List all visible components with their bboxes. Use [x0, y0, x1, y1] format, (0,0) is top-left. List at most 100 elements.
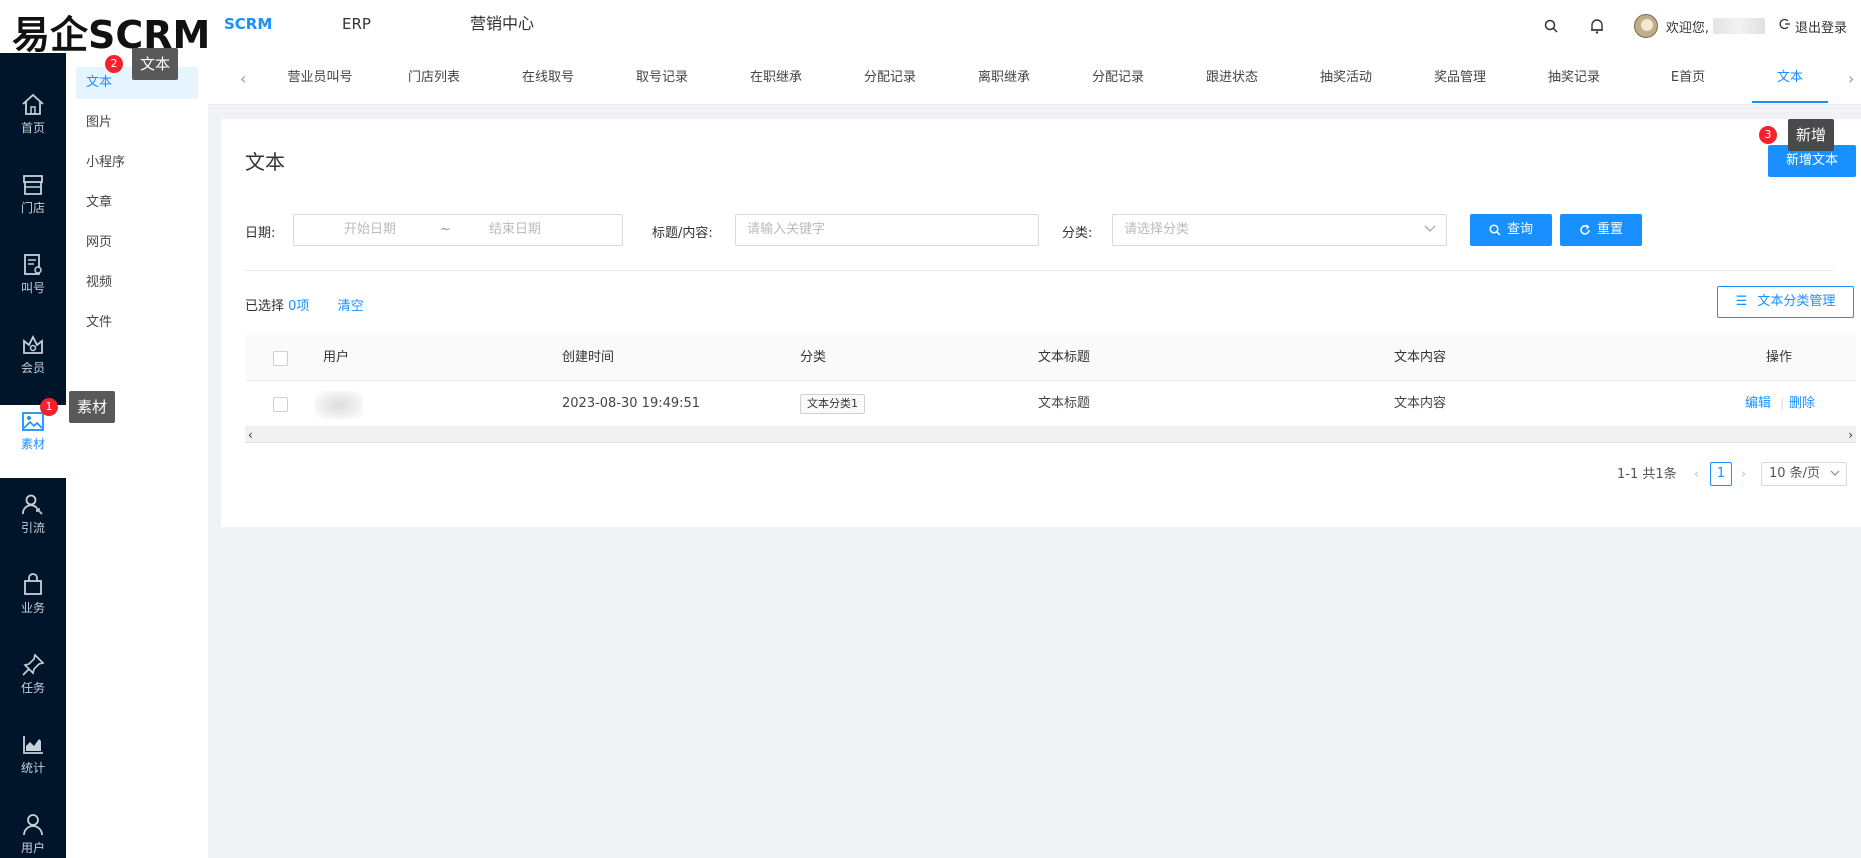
submenu-item-file[interactable]: 文件	[76, 307, 198, 339]
sidebar-item-queue[interactable]: 叫号	[0, 253, 66, 323]
reset-button[interactable]: 重置	[1560, 214, 1642, 246]
category-cell: 文本分类1	[800, 381, 865, 427]
scroll-left-icon[interactable]: ‹	[248, 427, 253, 443]
sidebar-item-business[interactable]: 业务	[0, 573, 66, 643]
user-area: 欢迎您, 退出登录	[1542, 12, 1847, 40]
submenu-item-webpage[interactable]: 网页	[76, 227, 198, 259]
tab-item[interactable]: 分配记录	[840, 53, 940, 103]
selection-info: 已选择 0项 清空	[245, 295, 364, 314]
page-number-current[interactable]: 1	[1710, 462, 1732, 486]
tab-item[interactable]: 在线取号	[498, 53, 598, 103]
tooltip-text: 文本	[132, 48, 179, 80]
sidebar-item-home[interactable]: 首页	[0, 93, 66, 163]
top-bar: 易企SCRM SCRM ERP 营销中心 欢迎您, 退出登录	[0, 0, 1861, 57]
clear-selection-link[interactable]: 清空	[338, 299, 364, 314]
tab-item[interactable]: 取号记录	[612, 53, 712, 103]
date-range-picker[interactable]: 开始日期 ~ 结束日期	[293, 214, 623, 246]
select-all-checkbox[interactable]	[273, 351, 288, 366]
sidebar-item-label: 任务	[20, 681, 45, 695]
horizontal-scrollbar[interactable]: ‹ ›	[245, 427, 1856, 443]
submenu-item-article[interactable]: 文章	[76, 187, 198, 219]
queue-icon	[24, 254, 42, 275]
chevron-down-icon	[1830, 463, 1840, 485]
tab-item[interactable]: 奖品管理	[1410, 53, 1510, 103]
tab-item[interactable]: 分配记录	[1068, 53, 1168, 103]
logout-link[interactable]: 退出登录	[1795, 17, 1847, 36]
topnav-scrm[interactable]: SCRM	[224, 0, 292, 50]
tab-strip: ‹ 营业员叫号 门店列表 在线取号 取号记录 在职继承 分配记录 离职继承 分配…	[208, 53, 1861, 105]
search-icon[interactable]	[1542, 17, 1560, 35]
table-row: 2023-08-30 19:49:51 文本分类1 文本标题 文本内容 编辑 |…	[245, 381, 1856, 427]
image-icon	[22, 412, 44, 431]
title-cell: 文本标题	[1038, 396, 1091, 411]
sidebar-item-member[interactable]: 会员	[0, 333, 66, 403]
table-header: 用户 创建时间 分类 文本标题 文本内容 操作	[245, 335, 1856, 381]
query-button[interactable]: 查询	[1470, 214, 1552, 246]
bell-icon[interactable]	[1588, 17, 1606, 35]
tab-item[interactable]: 跟进状态	[1182, 53, 1282, 103]
sidebar-item-label: 叫号	[20, 281, 45, 295]
chevron-down-icon	[1424, 215, 1436, 245]
tab-text-active[interactable]: 文本	[1752, 53, 1828, 103]
category-manage-button[interactable]: ☰ 文本分类管理	[1717, 286, 1854, 318]
page-size-select[interactable]: 10 条/页	[1761, 462, 1847, 486]
badge-3: 3	[1759, 126, 1777, 144]
submenu-item-image[interactable]: 图片	[76, 107, 198, 139]
column-header-title: 文本标题	[1038, 350, 1091, 365]
created-time-cell: 2023-08-30 19:49:51	[562, 396, 701, 411]
row-checkbox[interactable]	[273, 397, 288, 412]
category-tag: 文本分类1	[800, 393, 865, 414]
traffic-icon	[22, 494, 43, 515]
topnav-erp[interactable]: ERP	[342, 0, 420, 50]
scroll-right-icon[interactable]: ›	[1848, 427, 1853, 443]
action-divider: |	[1780, 396, 1785, 411]
submenu-item-miniprogram[interactable]: 小程序	[76, 147, 198, 179]
sidebar-item-user[interactable]: 用户	[0, 813, 66, 858]
list-icon: ☰	[1735, 294, 1748, 309]
end-date-input[interactable]: 结束日期	[489, 215, 541, 245]
logout-icon[interactable]	[1779, 18, 1791, 34]
divider	[245, 270, 1833, 271]
start-date-input[interactable]: 开始日期	[344, 215, 396, 245]
submenu-item-video[interactable]: 视频	[76, 267, 198, 299]
sidebar-item-task[interactable]: 任务	[0, 653, 66, 723]
sidebar-item-label: 素材	[20, 437, 45, 451]
home-icon	[22, 93, 44, 115]
tab-item[interactable]: 抽奖记录	[1524, 53, 1624, 103]
content-panel: 文本 新增文本 日期: 开始日期 ~ 结束日期 标题/内容: 请输入关键字 分类…	[221, 119, 1861, 527]
bag-icon	[24, 573, 42, 595]
tab-item[interactable]: 抽奖活动	[1296, 53, 1396, 103]
tab-item[interactable]: 门店列表	[384, 53, 484, 103]
material-submenu: 文本 图片 小程序 文章 网页 视频 文件	[66, 53, 208, 858]
next-page-icon[interactable]: ›	[1741, 463, 1746, 487]
welcome-text: 欢迎您,	[1665, 20, 1709, 36]
column-header-created: 创建时间	[562, 350, 615, 365]
tab-item[interactable]: 营业员叫号	[270, 53, 370, 103]
tab-item[interactable]: 离职继承	[954, 53, 1054, 103]
page-title: 文本	[245, 150, 285, 174]
chart-icon	[23, 736, 43, 754]
sidebar-item-material[interactable]: 素材	[0, 405, 66, 478]
sidebar-item-traffic[interactable]: 引流	[0, 493, 66, 563]
avatar[interactable]	[1633, 14, 1658, 38]
sidebar-item-stats[interactable]: 统计	[0, 733, 66, 803]
keyword-input[interactable]: 请输入关键字	[735, 214, 1039, 246]
delete-link[interactable]: 删除	[1789, 381, 1815, 427]
prev-page-icon[interactable]: ‹	[1694, 463, 1699, 487]
category-select[interactable]: 请选择分类	[1112, 214, 1447, 246]
store-icon	[23, 175, 43, 195]
date-separator: ~	[440, 222, 451, 237]
user-cell-blurred	[315, 391, 363, 419]
topnav-marketing[interactable]: 营销中心	[470, 0, 534, 50]
tabs-prev-icon[interactable]: ‹	[240, 69, 246, 88]
page-size-value: 10 条/页	[1769, 466, 1821, 481]
sidebar-item-label: 业务	[20, 601, 45, 615]
sidebar-item-store[interactable]: 门店	[0, 173, 66, 243]
edit-link[interactable]: 编辑	[1745, 381, 1771, 427]
selection-prefix: 已选择	[245, 299, 285, 314]
sidebar-item-label: 统计	[20, 761, 45, 775]
tabs-next-icon[interactable]: ›	[1848, 69, 1854, 88]
tab-item[interactable]: E首页	[1638, 53, 1738, 103]
search-icon	[1489, 224, 1501, 236]
tab-item[interactable]: 在职继承	[726, 53, 826, 103]
